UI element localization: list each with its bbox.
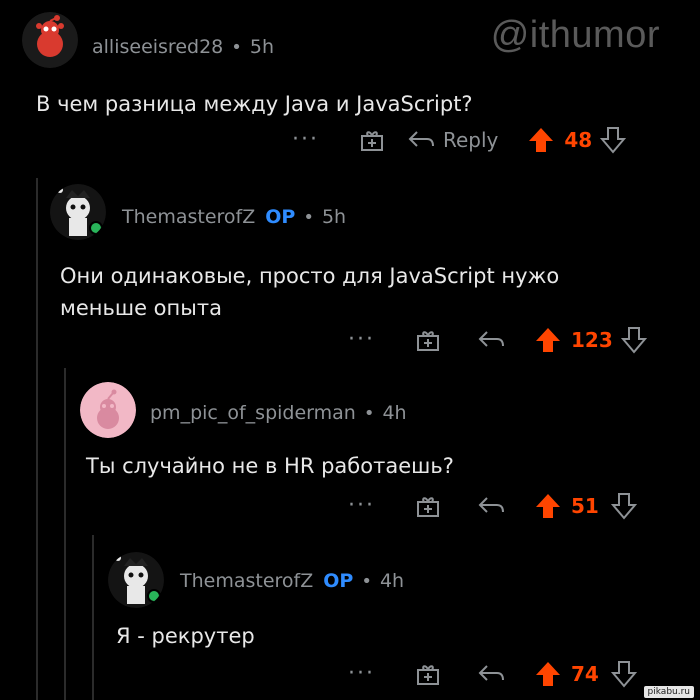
comment-actions: ··· 51 [348, 492, 637, 520]
award-icon[interactable] [359, 127, 385, 153]
more-options-button[interactable]: ··· [348, 495, 375, 517]
source-badge: pikabu.ru [643, 686, 694, 698]
thread-line[interactable] [36, 178, 38, 700]
username[interactable]: ThemasterofZ [122, 206, 255, 228]
reply-icon[interactable] [477, 662, 505, 686]
more-options-button[interactable]: ··· [348, 663, 375, 685]
timestamp: 5h [321, 206, 347, 228]
comment-actions: ··· 123 [348, 326, 647, 354]
comment-text: Я - рекрутер [116, 624, 255, 648]
reply-button[interactable]: Reply [443, 128, 498, 152]
award-icon[interactable] [415, 493, 441, 519]
comment-actions: ··· Reply 48 [292, 126, 627, 154]
username[interactable]: pm_pic_of_spiderman [150, 402, 356, 424]
vote-score: 48 [564, 128, 593, 152]
vote-score: 74 [570, 662, 599, 686]
separator-dot: • [363, 402, 375, 424]
separator-dot: • [303, 206, 314, 228]
avatar[interactable] [80, 382, 136, 438]
username[interactable]: ThemasterofZ [180, 570, 313, 592]
more-options-button[interactable]: ··· [292, 129, 319, 151]
award-icon[interactable] [415, 661, 441, 687]
reply-icon[interactable] [407, 128, 435, 152]
reply-icon[interactable] [477, 328, 505, 352]
timestamp: 4h [379, 570, 405, 592]
op-badge: OP [265, 206, 296, 228]
vote-score: 51 [570, 494, 599, 518]
separator-dot: • [231, 36, 242, 58]
timestamp: 5h [249, 36, 275, 58]
comment-text: Они одинаковые, просто для JavaScript ну… [60, 264, 560, 320]
upvote-icon[interactable] [528, 126, 554, 154]
comment-actions: ··· 74 [348, 660, 637, 688]
thread-line[interactable] [92, 535, 94, 700]
thread-line[interactable] [64, 368, 66, 700]
downvote-icon[interactable] [600, 126, 627, 154]
timestamp: 4h [382, 402, 407, 424]
downvote-icon[interactable] [610, 660, 637, 688]
avatar[interactable] [22, 12, 78, 68]
comment-header: ThemasterofZ OP • 5h [122, 206, 346, 228]
upvote-icon[interactable] [535, 660, 561, 688]
comment-header: alliseeisred28 • 5h [92, 36, 274, 58]
award-icon[interactable] [415, 327, 441, 353]
avatar[interactable] [50, 184, 106, 240]
downvote-icon[interactable] [620, 326, 647, 354]
upvote-icon[interactable] [535, 326, 561, 354]
upvote-icon[interactable] [535, 492, 561, 520]
separator-dot: • [361, 570, 372, 592]
watermark: @ithumor [490, 14, 660, 56]
downvote-icon[interactable] [610, 492, 637, 520]
reply-icon[interactable] [477, 494, 505, 518]
username[interactable]: alliseeisred28 [92, 36, 223, 58]
comment-text: Ты случайно не в HR работаешь? [86, 454, 454, 478]
comment-header: ThemasterofZ OP • 4h [180, 570, 404, 592]
vote-score: 123 [570, 328, 613, 352]
comment-header: pm_pic_of_spiderman • 4h [150, 402, 407, 424]
avatar[interactable] [108, 552, 164, 608]
more-options-button[interactable]: ··· [348, 329, 375, 351]
comment-text: В чем разница между Java и JavaScript? [36, 92, 473, 116]
op-badge: OP [323, 570, 354, 592]
